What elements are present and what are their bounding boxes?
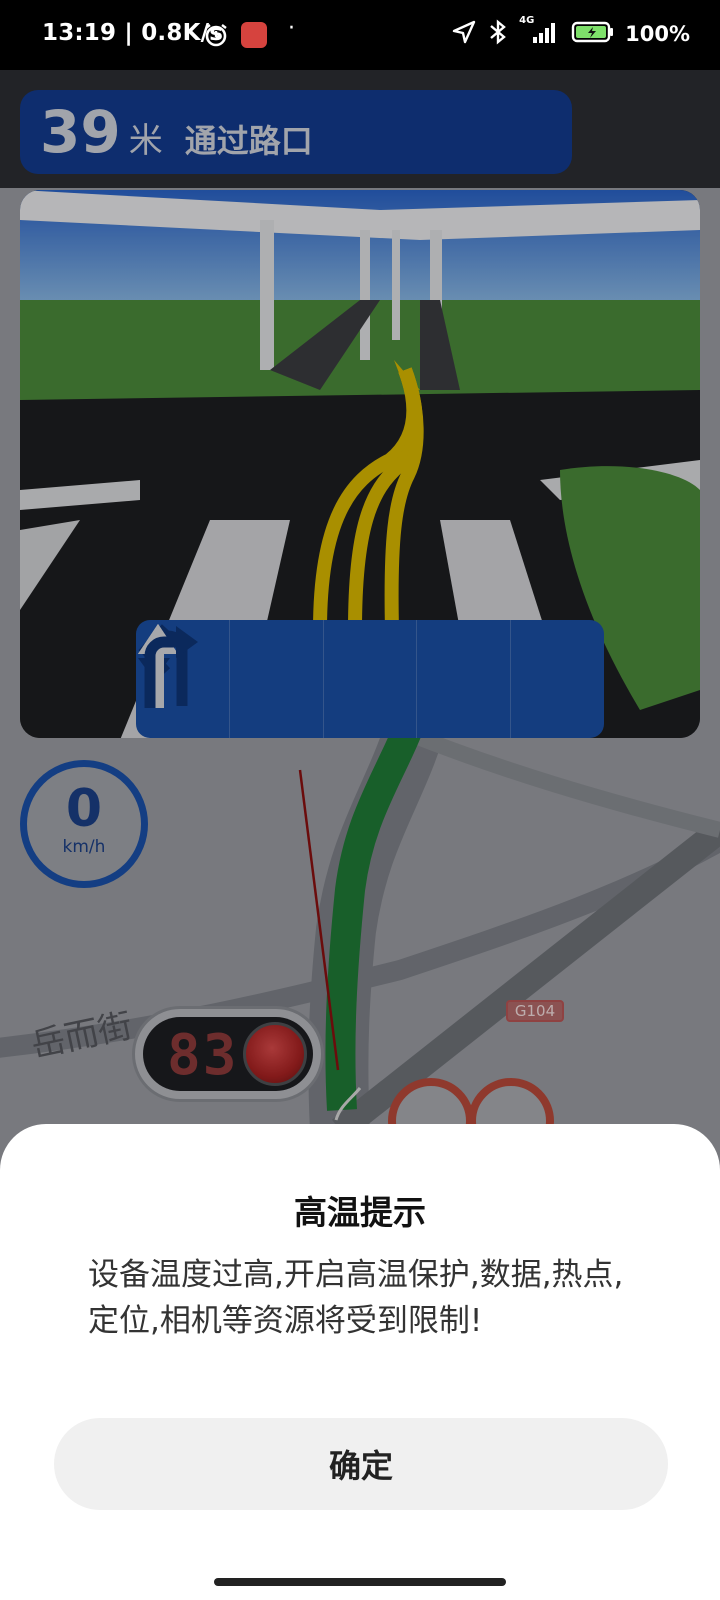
gesture-bar xyxy=(0,1564,720,1600)
battery-percent: 100% xyxy=(625,22,690,46)
status-time: 13:19 | 0.8K/s xyxy=(42,20,224,46)
confirm-button[interactable]: 确定 xyxy=(54,1418,668,1510)
status-dot: · xyxy=(288,16,295,41)
status-bar: 13:19 | 0.8K/s · 4G 100% xyxy=(0,0,720,70)
location-icon xyxy=(451,19,477,49)
alarm-icon xyxy=(203,22,229,52)
battery-icon xyxy=(571,20,615,48)
signal-icon: 4G xyxy=(519,15,561,49)
bluetooth-icon xyxy=(487,18,509,50)
home-indicator[interactable] xyxy=(214,1578,506,1586)
dialog-message: 设备温度过高,开启高温保护,数据,热点,定位,相机等资源将受到限制! xyxy=(88,1257,624,1339)
app-notification-icon xyxy=(241,22,267,48)
high-temp-dialog: 高温提示 设备温度过高,开启高温保护,数据,热点,定位,相机等资源将受到限制! … xyxy=(0,1124,720,1564)
network-type: 4G xyxy=(519,15,535,26)
dialog-title: 高温提示 xyxy=(294,1193,426,1232)
